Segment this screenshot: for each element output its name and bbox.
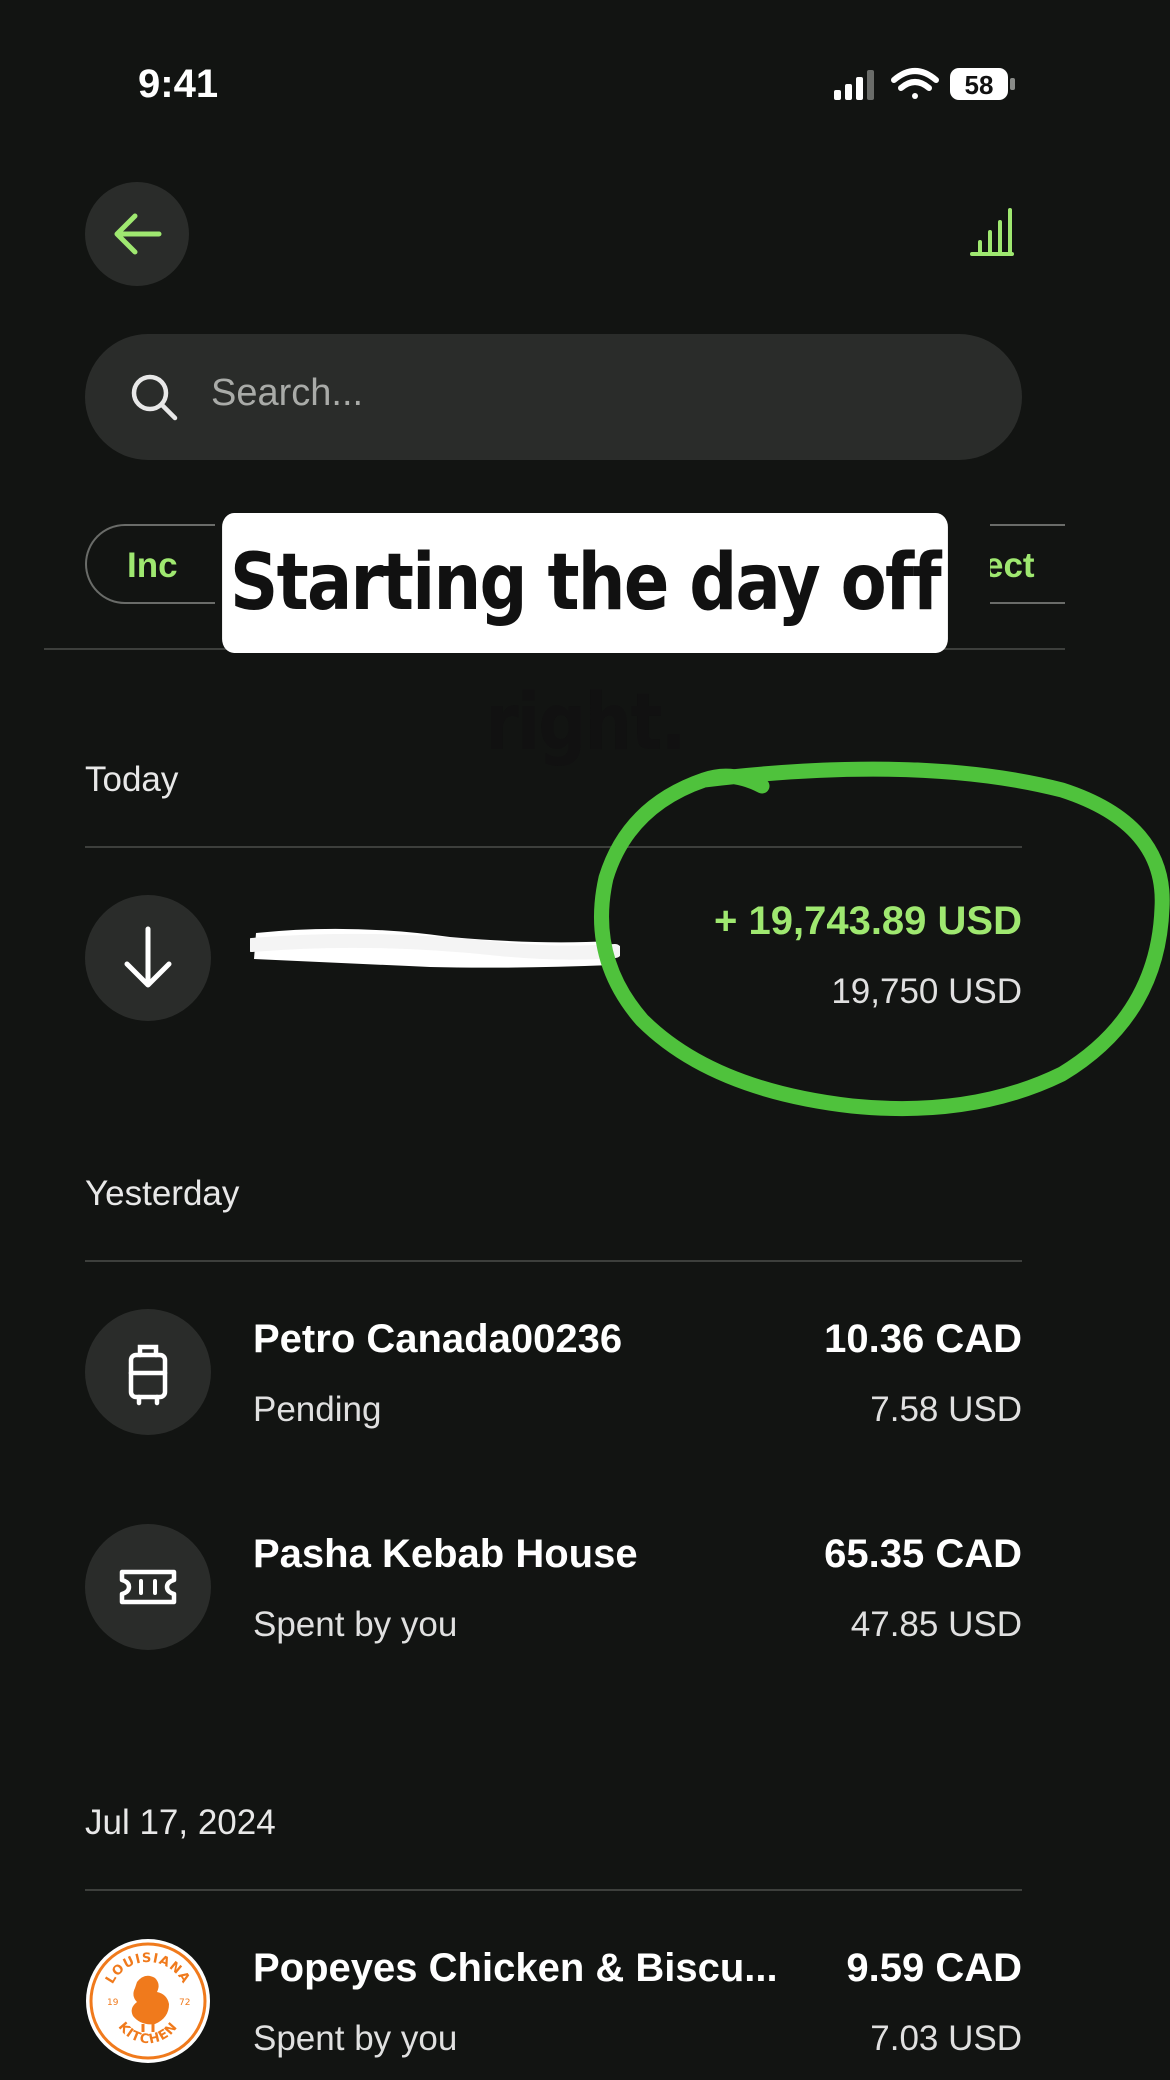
transaction-status: Pending: [253, 1390, 382, 1429]
filter-chip-right[interactable]: ect: [990, 524, 1065, 604]
transaction-amount: 9.59 CAD: [846, 1946, 1022, 1990]
ticket-icon: [119, 1569, 177, 1605]
stats-button[interactable]: [970, 208, 1014, 263]
transaction-row[interactable]: LOUISIANA KITCHEN 19 72 Popeyes Chicken …: [0, 1938, 1170, 2064]
section-divider: [85, 1889, 1022, 1891]
transaction-row[interactable]: Pasha Kebab House Spent by you 65.35 CAD…: [0, 1524, 1170, 1650]
filter-chip-left[interactable]: Inc: [85, 524, 215, 604]
search-bar[interactable]: Search...: [85, 334, 1022, 460]
transaction-converted-amount: 7.03 USD: [870, 2019, 1022, 2058]
merchant-name: Popeyes Chicken & Biscu...: [253, 1946, 778, 1990]
transaction-amount: 10.36 CAD: [824, 1317, 1022, 1361]
transaction-status: Spent by you: [253, 1605, 458, 1644]
transaction-row[interactable]: Petro Canada00236 Pending 10.36 CAD 7.58…: [0, 1309, 1170, 1435]
transaction-converted-amount: 7.58 USD: [870, 1390, 1022, 1429]
transaction-icon: [85, 1524, 211, 1650]
story-caption: Starting the day off right.: [222, 513, 948, 768]
section-label-yesterday: Yesterday: [85, 1174, 240, 1213]
status-icons: 58: [832, 64, 1022, 112]
battery-level: 58: [965, 70, 994, 100]
transaction-icon: [85, 895, 211, 1021]
annotation-circle: [594, 761, 1170, 1117]
search-input[interactable]: Search...: [211, 372, 363, 415]
filter-chip-right-label: ect: [990, 546, 1035, 585]
merchant-name: Petro Canada00236: [253, 1317, 623, 1361]
signal-icon: [834, 70, 874, 100]
luggage-icon: [128, 1344, 168, 1406]
search-icon: [131, 374, 178, 421]
section-label-date: Jul 17, 2024: [85, 1803, 276, 1842]
filter-chip-left-label: Inc: [127, 546, 178, 585]
bar-chart-icon: [970, 208, 1014, 256]
merchant-name: Pasha Kebab House: [253, 1532, 638, 1576]
transaction-status: Spent by you: [253, 2019, 458, 2058]
section-divider: [85, 1260, 1022, 1262]
battery-icon: 58: [950, 68, 1015, 100]
back-button[interactable]: [85, 182, 189, 286]
status-time: 9:41: [138, 62, 219, 106]
arrow-left-icon: [114, 213, 162, 255]
transaction-icon: [85, 1309, 211, 1435]
popeyes-logo: LOUISIANA KITCHEN 19 72: [86, 1939, 210, 2063]
redaction-scribble: [250, 928, 620, 968]
arrow-down-icon: [124, 926, 172, 988]
svg-text:72: 72: [179, 1998, 190, 2008]
transaction-amount: 65.35 CAD: [824, 1532, 1022, 1576]
wifi-icon: [891, 68, 939, 99]
svg-text:19: 19: [107, 1998, 119, 2008]
transaction-converted-amount: 47.85 USD: [850, 1605, 1022, 1644]
section-label-today: Today: [85, 760, 179, 799]
